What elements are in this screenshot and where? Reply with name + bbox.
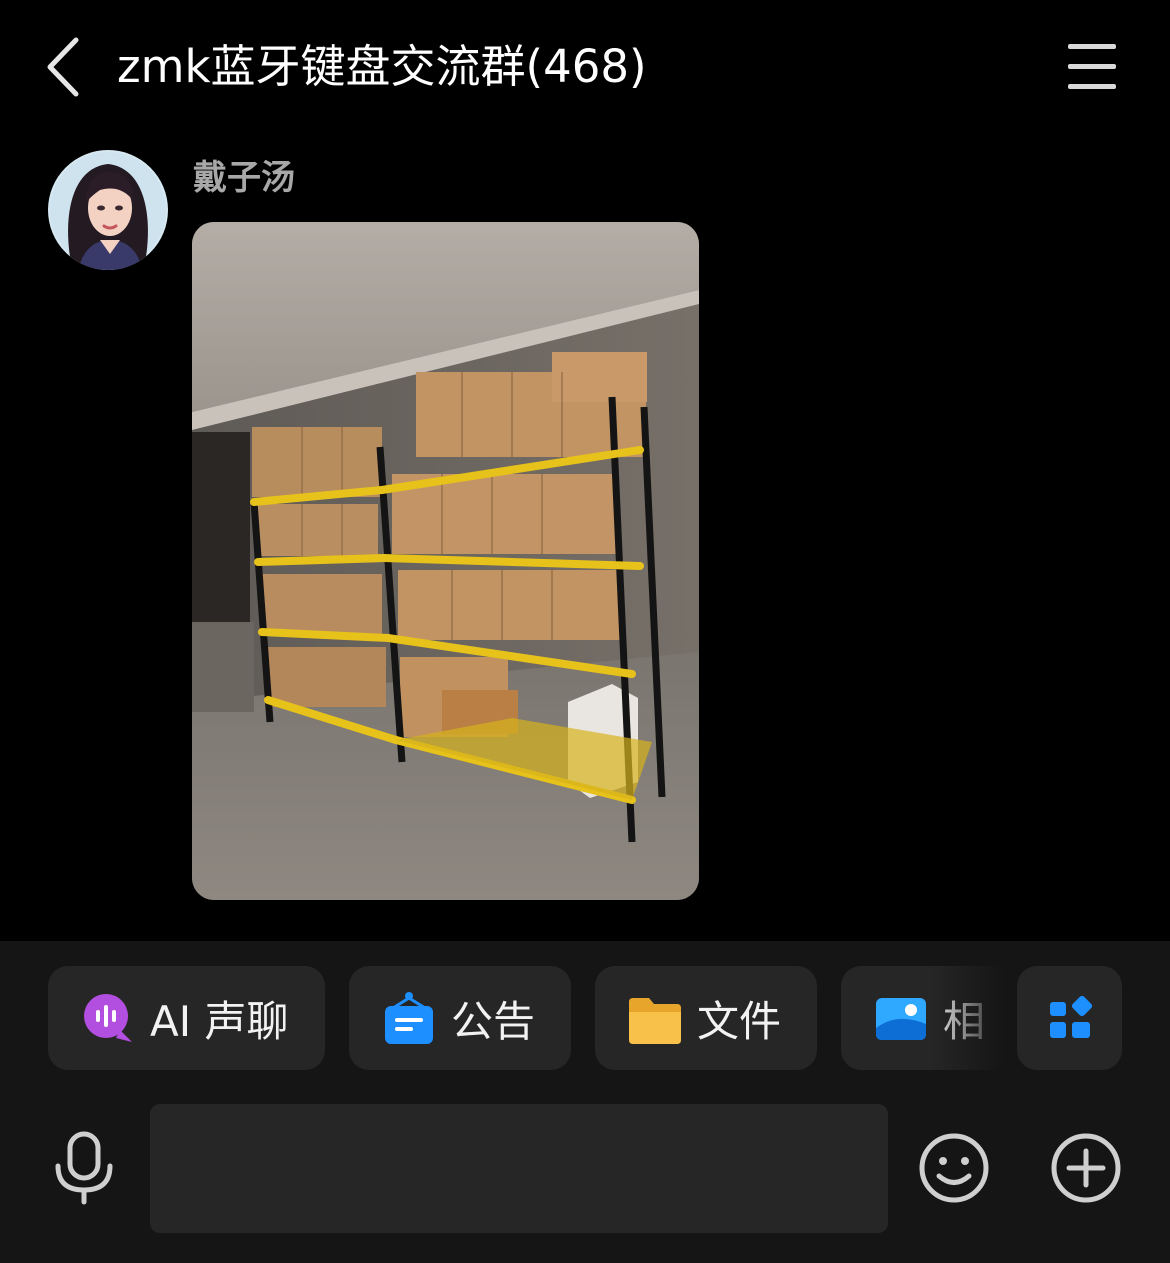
shared-photo[interactable] bbox=[192, 222, 699, 900]
microphone-icon bbox=[55, 1131, 113, 1205]
smiley-icon bbox=[919, 1133, 989, 1203]
folder-icon bbox=[629, 998, 681, 1044]
announcement-label: 公告 bbox=[451, 996, 536, 1046]
back-button[interactable] bbox=[40, 34, 90, 100]
announcement-button[interactable]: 公告 bbox=[349, 966, 571, 1070]
files-button[interactable]: 文件 bbox=[595, 966, 817, 1070]
ai-voice-chat-icon bbox=[84, 994, 132, 1042]
more-options-button[interactable] bbox=[1049, 1131, 1123, 1205]
hamburger-menu-icon bbox=[1068, 44, 1116, 89]
album-icon bbox=[876, 998, 926, 1040]
ai-voice-chat-button[interactable]: AI 声聊 bbox=[48, 966, 325, 1070]
menu-button[interactable] bbox=[1062, 40, 1122, 94]
emoji-button[interactable] bbox=[917, 1131, 991, 1205]
apps-grid-icon bbox=[1049, 996, 1092, 1038]
announcement-icon bbox=[385, 992, 433, 1044]
message-input[interactable] bbox=[150, 1104, 888, 1233]
ai-voice-chat-label: AI 声聊 bbox=[150, 996, 289, 1046]
plus-circle-icon bbox=[1051, 1133, 1121, 1203]
album-label: 相 bbox=[943, 996, 986, 1046]
sender-avatar[interactable] bbox=[48, 150, 168, 270]
album-button[interactable]: 相 bbox=[841, 966, 1011, 1070]
sender-name: 戴子汤 bbox=[193, 158, 295, 198]
more-apps-button[interactable] bbox=[1017, 966, 1122, 1070]
files-label: 文件 bbox=[697, 996, 782, 1046]
voice-input-button[interactable] bbox=[48, 1130, 120, 1206]
chevron-left-icon bbox=[47, 37, 79, 97]
chat-header: zmk蓝牙键盘交流群(468) bbox=[0, 0, 1170, 135]
group-title: zmk蓝牙键盘交流群(468) bbox=[117, 40, 647, 93]
